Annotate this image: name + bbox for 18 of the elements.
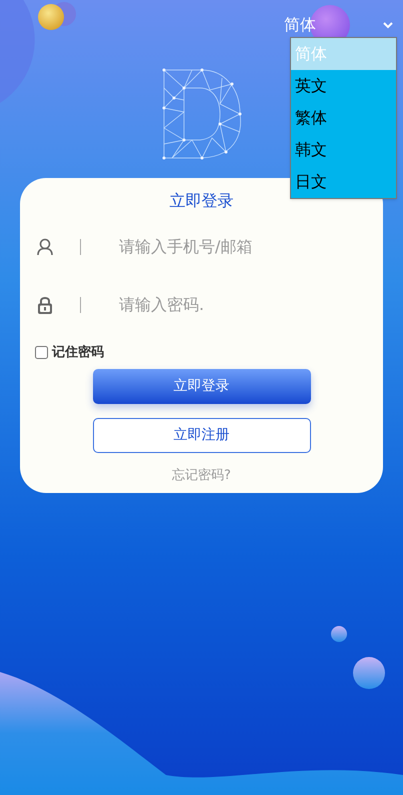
- remember-checkbox[interactable]: [35, 346, 48, 360]
- ball-drawing: [38, 2, 76, 30]
- account-field[interactable]: 请输入手机号/邮箱: [119, 235, 339, 259]
- logo-icon: [162, 68, 242, 160]
- language-option[interactable]: 繁体: [291, 102, 396, 134]
- bubble: [331, 626, 347, 642]
- remember-label: 记住密码: [52, 344, 104, 362]
- lock-icon: [37, 295, 53, 315]
- language-option[interactable]: 韩文: [291, 134, 396, 166]
- card-title: 立即登录: [170, 190, 234, 212]
- chevron-down-icon: [383, 22, 393, 28]
- language-option[interactable]: 日文: [291, 166, 396, 198]
- bubble: [353, 657, 385, 689]
- user-icon: [37, 238, 53, 256]
- login-button[interactable]: 立即登录: [92, 368, 310, 404]
- register-button[interactable]: 立即注册: [92, 418, 310, 452]
- password-field[interactable]: 请输入密码.: [119, 293, 339, 317]
- language-option[interactable]: 英文: [291, 70, 396, 102]
